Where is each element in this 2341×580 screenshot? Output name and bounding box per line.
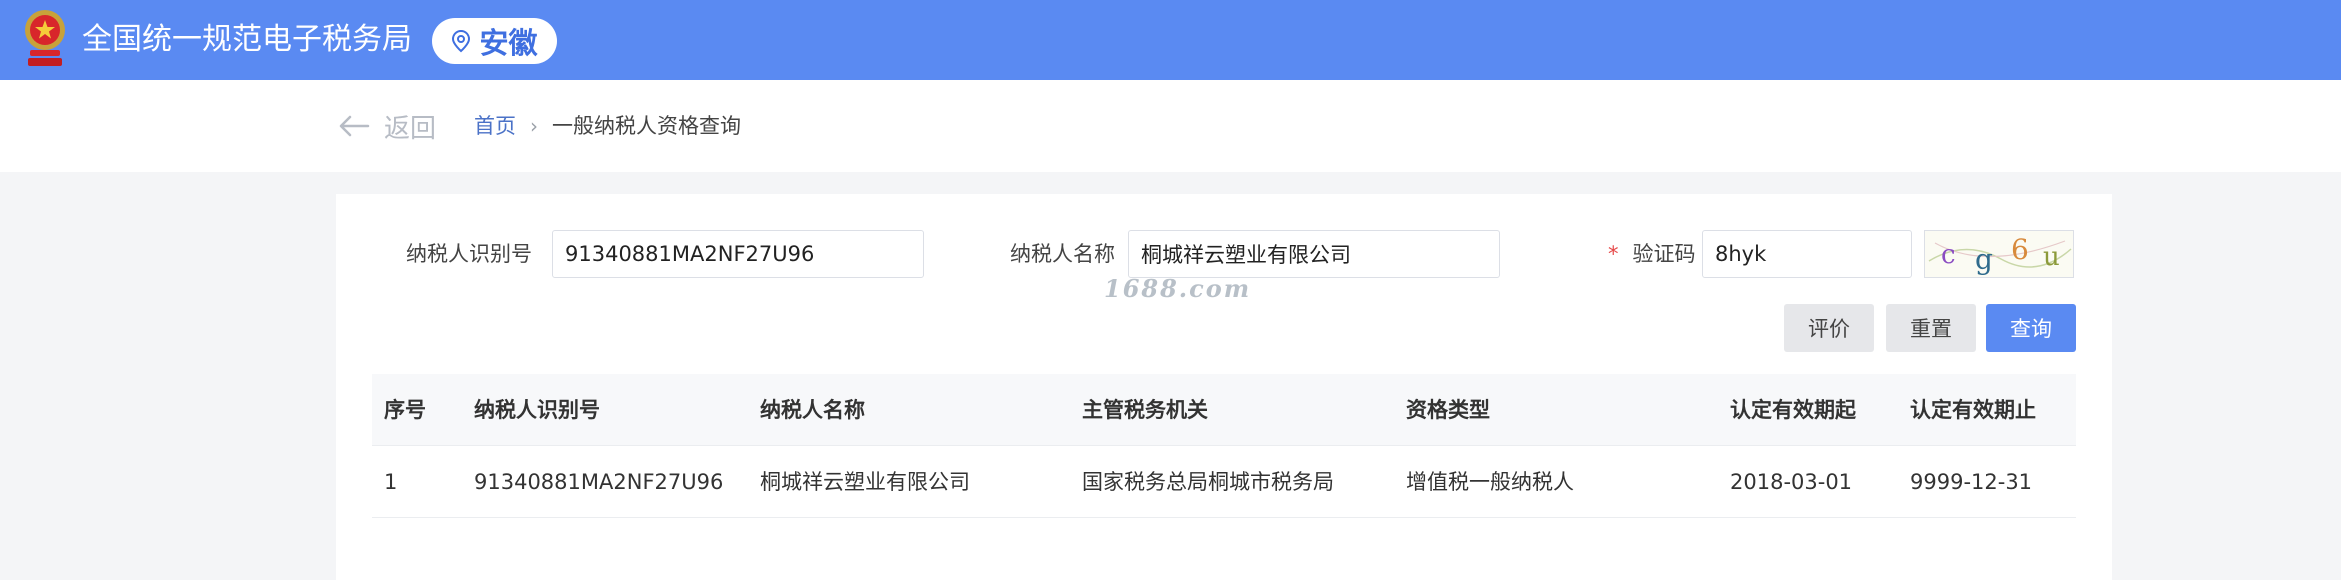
breadcrumb-home-link[interactable]: 首页: [474, 110, 516, 142]
taxpayer-name-label: 纳税人名称: [1010, 242, 1115, 266]
table-header: 序号 纳税人识别号 纳税人名称 主管税务机关 资格类型 认定有效期起 认定有效期…: [372, 374, 2076, 446]
breadcrumb-current: 一般纳税人资格查询: [552, 114, 741, 138]
arrow-left-icon: [339, 115, 370, 137]
top-header: 全国统一规范电子税务局 安徽: [0, 0, 2341, 80]
column-header: 纳税人名称: [760, 398, 865, 422]
captcha-label: * 验证码: [1608, 230, 1696, 278]
national-emblem-icon: [22, 6, 68, 70]
results-table: 序号 纳税人识别号 纳税人名称 主管税务机关 资格类型 认定有效期起 认定有效期…: [372, 374, 2076, 518]
column-header: 认定有效期起: [1730, 398, 1856, 422]
taxpayer-id-label: 纳税人识别号: [406, 242, 532, 266]
table-cell: 1: [384, 470, 398, 494]
query-panel: 纳税人识别号 纳税人名称 * 验证码 c g 6 u 1688.com 评价 重置…: [336, 194, 2112, 580]
table-row: 1 91340881MA2NF27U96 桐城祥云塑业有限公司 国家税务总局桐城…: [372, 446, 2076, 518]
column-header: 纳税人识别号: [474, 398, 600, 422]
captcha-char: u: [2043, 242, 2060, 272]
captcha-input[interactable]: [1702, 230, 1912, 278]
taxpayer-name-input[interactable]: [1128, 230, 1500, 278]
captcha-image[interactable]: c g 6 u: [1924, 230, 2074, 278]
evaluate-button[interactable]: 评价: [1784, 304, 1874, 352]
table-cell: 桐城祥云塑业有限公司: [760, 470, 970, 494]
query-button[interactable]: 查询: [1986, 304, 2076, 352]
location-pin-icon: [452, 29, 471, 53]
back-button[interactable]: 返回: [338, 108, 436, 144]
navigation-bar: 返回 首页 › 一般纳税人资格查询: [0, 80, 2341, 172]
watermark: 1688.com: [1104, 274, 1252, 303]
column-header: 认定有效期止: [1910, 398, 2036, 422]
table-cell: 2018-03-01: [1730, 470, 1853, 494]
column-header: 主管税务机关: [1082, 398, 1208, 422]
back-label: 返回: [384, 113, 437, 144]
table-cell: 国家税务总局桐城市税务局: [1082, 470, 1334, 494]
breadcrumb-separator: ›: [530, 114, 538, 138]
required-mark: *: [1608, 242, 1619, 266]
reset-button[interactable]: 重置: [1886, 304, 1976, 352]
captcha-char: c: [1941, 240, 1956, 270]
table-cell: 9999-12-31: [1910, 470, 2033, 494]
captcha-label-text: 验证码: [1632, 242, 1696, 266]
region-selector[interactable]: 安徽: [432, 18, 557, 64]
captcha-char: 6: [2011, 233, 2029, 266]
column-header: 序号: [384, 398, 426, 422]
breadcrumb: 首页 › 一般纳税人资格查询: [474, 110, 741, 142]
table-cell: 91340881MA2NF27U96: [474, 470, 724, 494]
captcha-char: g: [1975, 243, 1993, 276]
taxpayer-id-input[interactable]: [552, 230, 924, 278]
site-title: 全国统一规范电子税务局: [82, 22, 412, 57]
table-cell: 增值税一般纳税人: [1406, 470, 1574, 494]
column-header: 资格类型: [1406, 398, 1490, 422]
region-name: 安徽: [479, 26, 538, 60]
